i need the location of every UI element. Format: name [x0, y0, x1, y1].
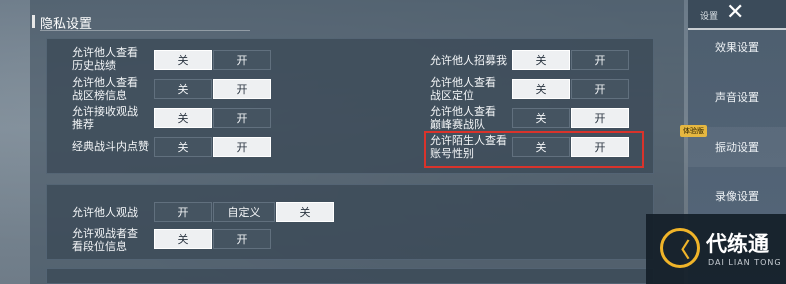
toggle-on-option[interactable]: 开 [213, 50, 271, 70]
toggle-zone-location[interactable]: 关 开 [512, 79, 629, 99]
watermark-logo: 〈 代练通 DAI LIAN TONG [646, 214, 786, 284]
sidebar-item-sound[interactable]: 声音设置 [688, 77, 786, 117]
toggle-spectate-recommend[interactable]: 关 开 [154, 108, 271, 128]
highlight-box [424, 131, 644, 168]
label-spectator-rank: 允许观战者查 看段位信息 [72, 227, 138, 253]
label-zone-rank: 允许他人查看 战区榜信息 [72, 76, 138, 102]
spectate-option-custom[interactable]: 自定义 [213, 202, 275, 222]
toggle-on-option[interactable]: 开 [571, 79, 629, 99]
toggle-history-record[interactable]: 关 开 [154, 50, 271, 70]
label-allow-spectate: 允许他人观战 [72, 206, 138, 219]
toggle-off-option[interactable]: 关 [512, 79, 570, 99]
toggle-on-option[interactable]: 开 [571, 108, 629, 128]
label-zone-location: 允许他人查看 战区定位 [430, 76, 496, 102]
toggle-on-option[interactable]: 开 [571, 50, 629, 70]
sidebar-header: 设置 ✕ [688, 0, 786, 30]
toggle-spectator-rank[interactable]: 关 开 [154, 229, 271, 249]
sidebar-item-recording[interactable]: 录像设置 [688, 176, 786, 216]
label-spectate-recommend: 允许接收观战 推荐 [72, 105, 138, 131]
toggle-off-option[interactable]: 关 [154, 229, 212, 249]
toggle-off-option[interactable]: 关 [154, 50, 212, 70]
toggle-on-option[interactable]: 开 [213, 229, 271, 249]
toggle-off-option[interactable]: 关 [154, 108, 212, 128]
sidebar-item-effects[interactable]: 效果设置 [688, 27, 786, 67]
toggle-zone-rank[interactable]: 关 开 [154, 79, 271, 99]
close-icon[interactable]: ✕ [726, 1, 744, 25]
title-divider [40, 30, 250, 31]
toggle-allow-spectate[interactable]: 开 自定义 关 [154, 202, 334, 222]
spectate-option-off[interactable]: 关 [276, 202, 334, 222]
toggle-off-option[interactable]: 关 [154, 137, 212, 157]
toggle-on-option[interactable]: 开 [213, 137, 271, 157]
toggle-classic-like[interactable]: 关 开 [154, 137, 271, 157]
logo-icon: 〈 [660, 228, 700, 268]
toggle-recruit-me[interactable]: 关 开 [512, 50, 629, 70]
toggle-off-option[interactable]: 关 [512, 50, 570, 70]
label-peak-team: 允许他人查看 巅峰赛战队 [430, 105, 496, 131]
toggle-on-option[interactable]: 开 [213, 108, 271, 128]
watermark-name: 代练通 [706, 232, 769, 256]
toggle-off-option[interactable]: 关 [154, 79, 212, 99]
label-recruit-me: 允许他人招募我 [430, 54, 507, 67]
trial-badge: 体验版 [680, 125, 707, 137]
watermark-sub: DAI LIAN TONG [708, 258, 782, 267]
label-classic-like: 经典战斗内点赞 [72, 140, 149, 153]
label-history-record: 允许他人查看 历史战绩 [72, 46, 138, 72]
sidebar-title: 设置 [700, 12, 719, 22]
next-group [46, 268, 654, 284]
toggle-off-option[interactable]: 关 [512, 108, 570, 128]
toggle-on-option[interactable]: 开 [213, 79, 271, 99]
spectate-option-on[interactable]: 开 [154, 202, 212, 222]
toggle-peak-team[interactable]: 关 开 [512, 108, 629, 128]
